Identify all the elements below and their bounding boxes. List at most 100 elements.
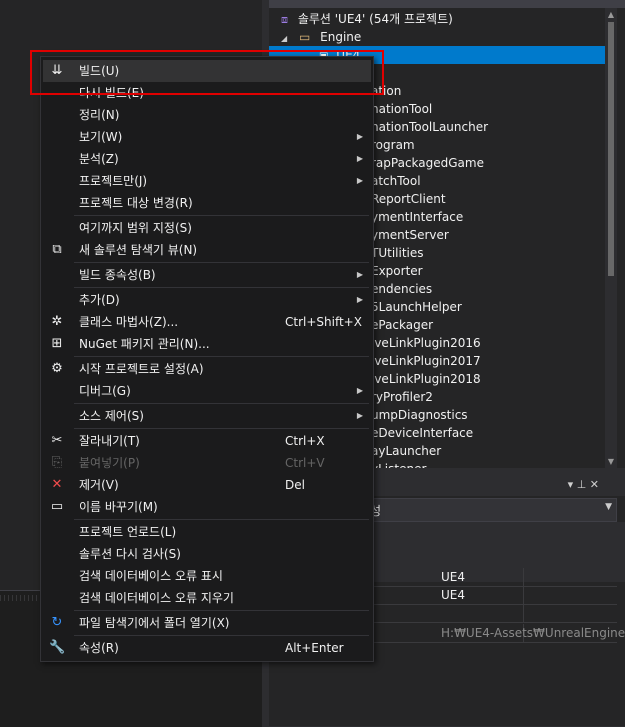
submenu-arrow-icon: ▶ (356, 295, 363, 304)
collapse-arrow-icon[interactable]: ◢ (281, 34, 287, 43)
menu-item-label: 이름 바꾸기(M) (79, 500, 158, 514)
menu-item[interactable]: 정리(N) (43, 104, 371, 126)
menu-separator (74, 428, 369, 429)
project-node[interactable]: rapPackagedGame (371, 154, 484, 172)
project-node[interactable]: endencies (371, 280, 432, 298)
menu-item[interactable]: 빌드 종속성(B) ▶ (43, 264, 371, 286)
engine-folder-node[interactable]: ◢ ▭ Engine (281, 28, 361, 46)
menu-item-shortcut: Ctrl+V (285, 456, 325, 470)
menu-item[interactable]: 소스 제어(S) ▶ (43, 405, 371, 427)
menu-item[interactable]: ⊞ NuGet 패키지 관리(N)... (43, 333, 371, 355)
menu-separator (74, 287, 369, 288)
explorer-scrollbar[interactable]: ▲ ▼ (605, 8, 617, 468)
menu-item[interactable]: 디버그(G) ▶ (43, 380, 371, 402)
menu-item-label: 프로젝트만(J) (79, 174, 148, 188)
menu-item[interactable]: 🔧 속성(R) Alt+Enter (43, 637, 371, 659)
explorer-toolbar (269, 0, 625, 8)
menu-item-label: 디버그(G) (79, 384, 131, 398)
project-node[interactable]: ymentServer (371, 226, 449, 244)
project-node[interactable]: ryProfiler2 (371, 388, 433, 406)
menu-separator (74, 215, 369, 216)
menu-item-label: 붙여넣기(P) (79, 456, 140, 470)
project-node[interactable]: ayLauncher (371, 442, 441, 460)
wrench-icon: 🔧 (49, 640, 66, 655)
menu-item: ⎘ 붙여넣기(P) Ctrl+V (43, 452, 371, 474)
menu-item[interactable]: 검색 데이터베이스 오류 지우기 (43, 587, 371, 609)
solution-label: 솔루션 'UE4' (54개 프로젝트) (297, 12, 453, 26)
menu-item[interactable]: 분석(Z) ▶ (43, 148, 371, 170)
project-node[interactable]: iveLinkPlugin2018 (371, 370, 481, 388)
gear-icon: ⚙ (51, 361, 63, 376)
solution-icon: ⧈ (281, 13, 288, 26)
menu-item-shortcut: Alt+Enter (285, 641, 344, 655)
project-node[interactable]: atchTool (371, 172, 421, 190)
menu-item[interactable]: 추가(D) ▶ (43, 289, 371, 311)
menu-item[interactable]: ▭ 이름 바꾸기(M) (43, 496, 371, 518)
chevron-down-icon[interactable]: ▼ (605, 502, 612, 512)
menu-separator (74, 356, 369, 357)
menu-item[interactable]: 솔루션 다시 검사(S) (43, 543, 371, 565)
submenu-arrow-icon: ▶ (356, 176, 363, 185)
menu-item[interactable]: 여기까지 범위 지정(S) (43, 217, 371, 239)
project-node[interactable]: ReportClient (371, 190, 446, 208)
context-menu: ⇊ 빌드(U) 다시 빌드(E) 정리(N) 보기(W) ▶ 분석(Z) ▶ 프로젝트만(J) ▶… (40, 56, 374, 662)
project-node[interactable]: nationToolLauncher (371, 118, 488, 136)
project-node[interactable]: ymentInterface (371, 208, 463, 226)
menu-item-label: 검색 데이터베이스 오류 표시 (79, 569, 223, 583)
project-node[interactable]: Exporter (371, 262, 423, 280)
menu-item[interactable]: ↻ 파일 탐색기에서 폴더 열기(X) (43, 612, 371, 634)
project-node[interactable]: iveLinkPlugin2017 (371, 352, 481, 370)
menu-item-label: 여기까지 범위 지정(S) (79, 221, 192, 235)
project-node[interactable]: nationTool (371, 100, 432, 118)
project-node[interactable]: iveLinkPlugin2016 (371, 334, 481, 352)
menu-item-label: 정리(N) (79, 108, 120, 122)
property-value[interactable]: UE4 (441, 568, 465, 586)
project-node[interactable]: eDeviceInterface (371, 424, 473, 442)
menu-item-label: 검색 데이터베이스 오류 지우기 (79, 591, 234, 605)
menu-item[interactable]: ⚙ 시작 프로젝트로 설정(A) (43, 358, 371, 380)
property-value[interactable]: H:₩UE4-Assets₩UnrealEngine-4. (441, 624, 625, 642)
engine-folder-label: Engine (320, 30, 362, 44)
scissors-icon: ✂ (51, 433, 63, 448)
menu-item[interactable]: ✲ 클래스 마법사(Z)... Ctrl+Shift+X (43, 311, 371, 333)
menu-item[interactable]: ⧉ 새 솔루션 탐색기 뷰(N) (43, 239, 371, 261)
submenu-arrow-icon: ▶ (356, 132, 363, 141)
menu-item-label: 빌드 종속성(B) (79, 268, 156, 282)
menu-item[interactable]: ✕ 제거(V) Del (43, 474, 371, 496)
project-node[interactable]: yListener (371, 460, 426, 468)
menu-item-label: 추가(D) (79, 293, 120, 307)
scroll-up-icon[interactable]: ▲ (605, 10, 617, 19)
scroll-down-icon[interactable]: ▼ (605, 457, 617, 466)
menu-item-label: 보기(W) (79, 130, 123, 144)
menu-item[interactable]: 프로젝트만(J) ▶ (43, 170, 371, 192)
paste-icon: ⎘ (51, 455, 63, 470)
project-node[interactable]: rogram (371, 136, 415, 154)
menu-item-shortcut: Ctrl+Shift+X (285, 315, 362, 329)
menu-separator (74, 262, 369, 263)
menu-item-label: 프로젝트 대상 변경(R) (79, 196, 193, 210)
menu-item[interactable]: 프로젝트 대상 변경(R) (43, 192, 371, 214)
project-node[interactable]: 5LaunchHelper (371, 298, 462, 316)
menu-item-label: 프로젝트 언로드(L) (79, 525, 177, 539)
nuget-icon: ⊞ (51, 336, 63, 351)
panel-controls[interactable]: ▾ ⊥ ✕ (568, 478, 599, 491)
solution-node[interactable]: ⧈ 솔루션 'UE4' (54개 프로젝트) (281, 10, 453, 28)
menu-item-label: 파일 탐색기에서 폴더 열기(X) (79, 616, 230, 630)
property-value[interactable]: UE4 (441, 586, 465, 604)
submenu-arrow-icon: ▶ (356, 270, 363, 279)
project-node[interactable]: umpDiagnostics (371, 406, 468, 424)
project-node[interactable]: TUtilities (371, 244, 424, 262)
menu-item[interactable]: ✂ 잘라내기(T) Ctrl+X (43, 430, 371, 452)
menu-item-label: 새 솔루션 탐색기 뷰(N) (79, 243, 198, 257)
menu-item[interactable]: 보기(W) ▶ (43, 126, 371, 148)
project-node[interactable]: ePackager (371, 316, 433, 334)
menu-item-label: 잘라내기(T) (79, 434, 140, 448)
highlight-box (30, 50, 384, 95)
menu-separator (74, 403, 369, 404)
menu-item[interactable]: 검색 데이터베이스 오류 표시 (43, 565, 371, 587)
menu-item-label: 클래스 마법사(Z)... (79, 315, 179, 329)
menu-item[interactable]: 프로젝트 언로드(L) (43, 521, 371, 543)
submenu-arrow-icon: ▶ (356, 386, 363, 395)
scroll-thumb[interactable] (608, 22, 614, 276)
menu-item-label: NuGet 패키지 관리(N)... (79, 337, 210, 351)
